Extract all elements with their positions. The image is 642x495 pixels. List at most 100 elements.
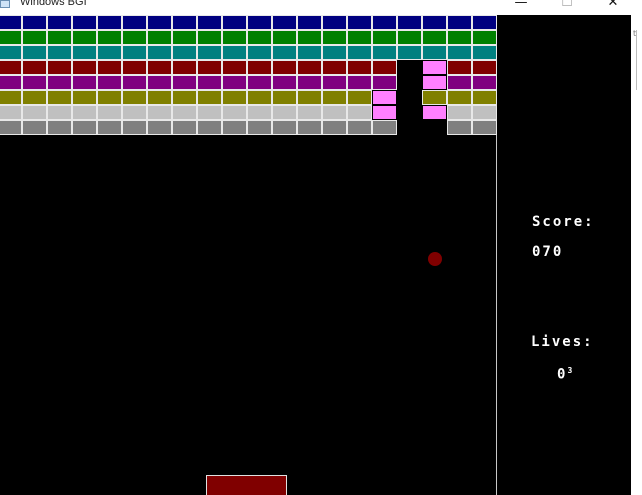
brick [47, 45, 72, 60]
brick [472, 15, 497, 30]
brick [447, 15, 472, 30]
brick [72, 120, 97, 135]
brick [272, 90, 297, 105]
brick [347, 60, 372, 75]
brick [147, 120, 172, 135]
brick [47, 75, 72, 90]
brick [0, 15, 22, 30]
brick [197, 105, 222, 120]
damaged-brick [422, 75, 447, 90]
brick [297, 15, 322, 30]
brick [47, 30, 72, 45]
maximize-button[interactable]: ☐ [544, 0, 590, 14]
brick [422, 90, 447, 105]
edge-fragment: t [633, 29, 637, 38]
ball [428, 252, 442, 266]
brick [447, 120, 472, 135]
brick [197, 120, 222, 135]
playfield[interactable] [0, 15, 497, 495]
minimize-button[interactable]: — [498, 0, 544, 14]
brick [397, 45, 422, 60]
brick [422, 45, 447, 60]
paddle[interactable] [206, 475, 287, 495]
brick [122, 120, 147, 135]
brick [272, 120, 297, 135]
brick [322, 30, 347, 45]
brick [172, 15, 197, 30]
brick [372, 15, 397, 30]
brick [297, 90, 322, 105]
window-title: Windows BGI [20, 0, 87, 8]
brick [322, 75, 347, 90]
brick [422, 30, 447, 45]
brick [147, 90, 172, 105]
brick [347, 30, 372, 45]
brick [197, 15, 222, 30]
title-bar: Windows BGI — ☐ ✕ [0, 0, 642, 15]
brick [472, 45, 497, 60]
brick [472, 120, 497, 135]
brick-crack [408, 78, 422, 92]
brick [447, 105, 472, 120]
brick [122, 105, 147, 120]
brick [97, 120, 122, 135]
brick [147, 75, 172, 90]
window-app-icon[interactable] [0, 0, 10, 8]
brick [472, 60, 497, 75]
brick [47, 15, 72, 30]
brick [147, 30, 172, 45]
brick [397, 30, 422, 45]
brick [447, 45, 472, 60]
brick [72, 105, 97, 120]
damaged-brick [422, 105, 447, 120]
brick [122, 15, 147, 30]
brick [322, 45, 347, 60]
brick [0, 45, 22, 60]
brick [472, 30, 497, 45]
brick [97, 45, 122, 60]
brick [447, 90, 472, 105]
brick [0, 75, 22, 90]
game-canvas[interactable]: Score: 070 Lives: 03 [0, 15, 631, 495]
brick [247, 75, 272, 90]
damaged-brick [372, 105, 397, 120]
brick [297, 45, 322, 60]
score-label: Score: [532, 214, 595, 230]
brick [97, 105, 122, 120]
lives-label: Lives: [531, 334, 594, 350]
brick [247, 105, 272, 120]
brick [97, 30, 122, 45]
brick [222, 75, 247, 90]
brick [197, 75, 222, 90]
lives-value: 03 [557, 366, 572, 383]
brick [197, 45, 222, 60]
brick [222, 60, 247, 75]
window-edge-line [636, 30, 637, 90]
brick [97, 90, 122, 105]
brick [247, 60, 272, 75]
brick [172, 90, 197, 105]
brick [322, 60, 347, 75]
window-edge: t [631, 15, 642, 495]
brick [322, 120, 347, 135]
brick [172, 45, 197, 60]
close-button[interactable]: ✕ [590, 0, 636, 14]
brick [72, 15, 97, 30]
brick [47, 120, 72, 135]
brick [0, 90, 22, 105]
brick [447, 30, 472, 45]
brick [272, 60, 297, 75]
brick [247, 90, 272, 105]
brick [372, 75, 397, 90]
brick [372, 30, 397, 45]
brick [147, 60, 172, 75]
brick [22, 15, 47, 30]
brick [147, 105, 172, 120]
brick [222, 120, 247, 135]
brick [72, 45, 97, 60]
brick [122, 60, 147, 75]
brick [0, 60, 22, 75]
brick [447, 60, 472, 75]
lives-count: 0 [557, 366, 568, 383]
brick [0, 120, 22, 135]
